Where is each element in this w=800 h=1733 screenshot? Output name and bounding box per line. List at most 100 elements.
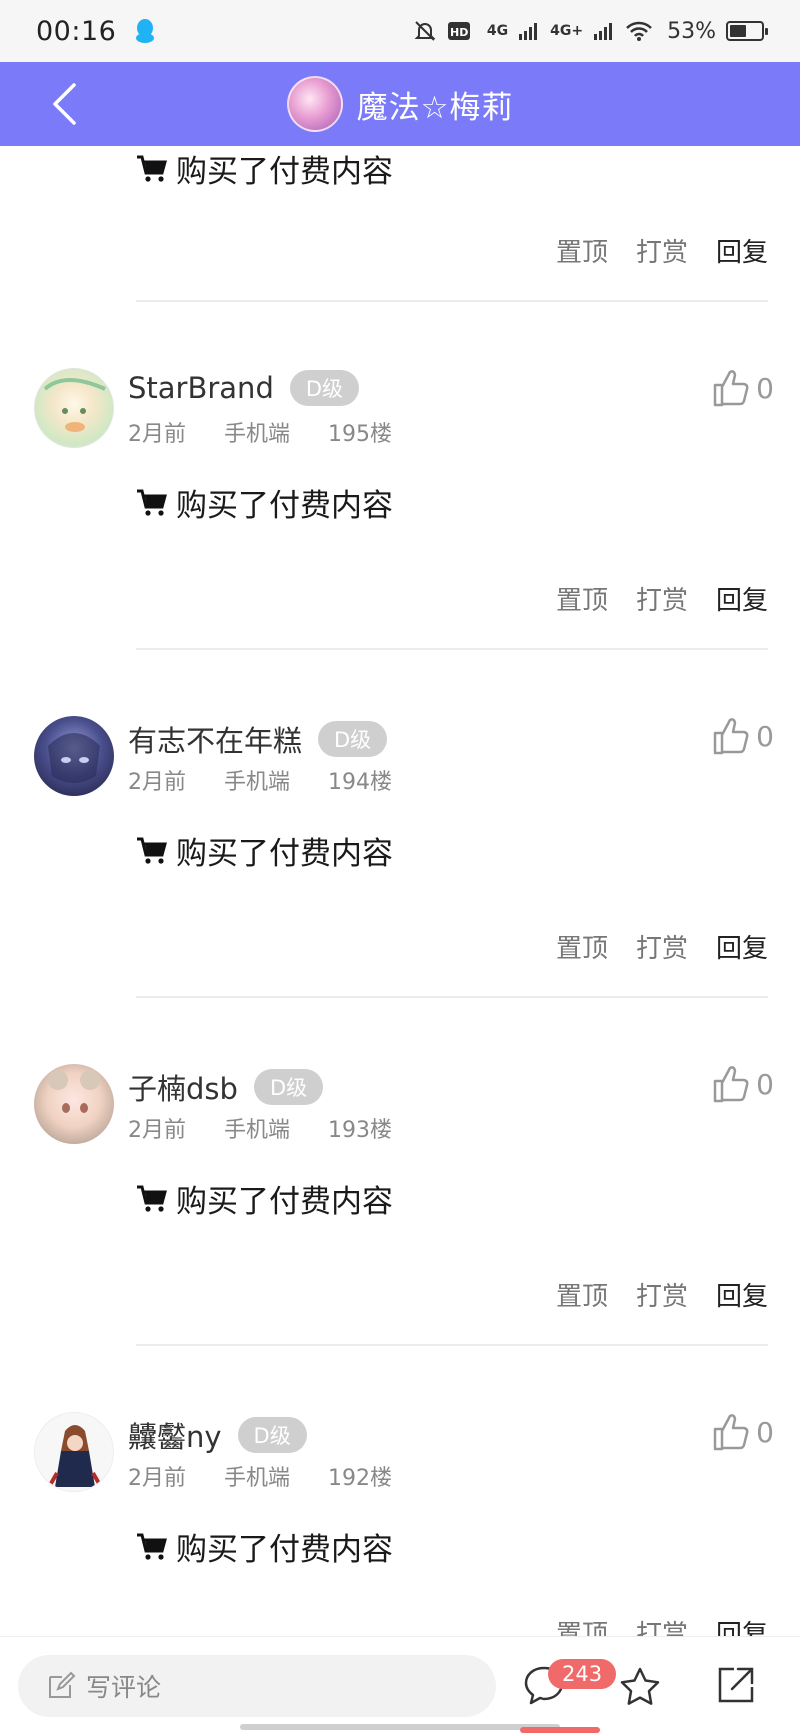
avatar[interactable] xyxy=(34,1412,114,1492)
level-badge: D级 xyxy=(237,1417,307,1453)
paid-content-text: 购买了付费内容 xyxy=(176,1532,393,1568)
pin-button[interactable]: 置顶 xyxy=(556,1614,608,1636)
svg-text:HD: HD xyxy=(450,26,468,39)
avatar-art xyxy=(48,1070,100,1113)
pin-button[interactable]: 置顶 xyxy=(556,1276,608,1313)
avatar-art xyxy=(48,733,100,783)
wifi-icon xyxy=(626,21,652,41)
paid-content-line: 购买了付费内容 xyxy=(136,1176,393,1221)
edit-icon xyxy=(49,1671,76,1698)
signal-bars-icon-2 xyxy=(594,23,613,40)
avatar[interactable] xyxy=(34,368,114,448)
paid-content-line: 购买了付费内容 xyxy=(136,1524,393,1569)
cart-icon xyxy=(137,1185,167,1212)
qq-notification-icon xyxy=(136,19,155,43)
reward-button[interactable]: 打赏 xyxy=(636,928,688,965)
cart-icon xyxy=(137,837,167,864)
comment-list[interactable]: 购买了付费内容 置顶 打赏 回复 StarBrand D级 2月前 手机端 19… xyxy=(0,146,800,1636)
battery-percent: 53% xyxy=(667,18,716,44)
comment-meta: 2月前 手机端 192楼 xyxy=(128,1460,392,1492)
reply-button[interactable]: 回复 xyxy=(716,580,768,617)
cart-icon xyxy=(137,489,167,516)
comment-meta: 2月前 手机端 194楼 xyxy=(128,764,392,796)
like-button[interactable]: 0 xyxy=(712,1064,774,1104)
comment-header: 有志不在年糕 D级 2月前 手机端 194楼 0 xyxy=(34,716,774,800)
star-icon[interactable] xyxy=(618,1665,662,1709)
username[interactable]: 有志不在年糕 xyxy=(128,718,302,760)
level-badge: D级 xyxy=(289,370,360,406)
comment-time: 2月前 xyxy=(128,1466,186,1491)
comment-header: 齉齾ny D级 2月前 手机端 192楼 0 xyxy=(34,1412,774,1496)
battery-icon xyxy=(726,21,768,41)
reply-button[interactable]: 回复 xyxy=(716,1614,768,1636)
comment-input[interactable]: 写评论 xyxy=(18,1655,496,1717)
username[interactable]: 齉齾ny xyxy=(128,1414,222,1456)
divider xyxy=(136,1344,768,1346)
reward-button[interactable]: 打赏 xyxy=(636,580,688,617)
reward-button[interactable]: 打赏 xyxy=(636,1276,688,1313)
header-avatar[interactable] xyxy=(286,76,343,132)
divider xyxy=(136,300,768,302)
mute-bell-icon xyxy=(414,21,436,41)
like-count: 0 xyxy=(756,1415,774,1449)
username-group: StarBrand D级 xyxy=(128,370,360,406)
like-count: 0 xyxy=(756,1067,774,1101)
comment-actions: 置顶 打赏 回复 xyxy=(556,232,768,269)
comment-device: 手机端 xyxy=(224,770,291,795)
battery-fill xyxy=(730,25,746,37)
reward-button[interactable]: 打赏 xyxy=(636,1614,688,1636)
thumbs-up-icon xyxy=(713,370,749,407)
page-title: 魔法☆梅莉 xyxy=(356,89,514,126)
avatar[interactable] xyxy=(34,1064,114,1144)
avatar[interactable] xyxy=(34,716,114,796)
like-button[interactable]: 0 xyxy=(712,368,774,408)
comment-device: 手机端 xyxy=(224,422,291,447)
hd-icon: HD xyxy=(447,22,470,40)
paid-content-text: 购买了付费内容 xyxy=(176,488,393,524)
home-indicator xyxy=(240,1724,560,1730)
like-button[interactable]: 0 xyxy=(712,716,774,756)
header-title-group[interactable]: 魔法☆梅莉 xyxy=(286,76,514,132)
comment-floor: 194楼 xyxy=(328,770,393,795)
status-bar: 00:16 HD 4G 4G+ 53% xyxy=(0,0,800,62)
thumbs-up-icon xyxy=(713,1414,749,1451)
divider xyxy=(136,648,768,650)
avatar-art xyxy=(47,1425,103,1488)
comment-header: StarBrand D级 2月前 手机端 195楼 0 xyxy=(34,368,774,452)
paid-content-text: 购买了付费内容 xyxy=(176,154,393,190)
cart-icon xyxy=(137,155,167,182)
username[interactable]: 子楠dsb xyxy=(128,1066,238,1108)
comment-device: 手机端 xyxy=(224,1466,291,1491)
bottom-action-bar: 写评论 243 xyxy=(0,1636,800,1733)
back-button[interactable] xyxy=(40,80,88,128)
reply-button[interactable]: 回复 xyxy=(716,928,768,965)
paid-content-text: 购买了付费内容 xyxy=(176,1184,393,1220)
comment-actions: 置顶 打赏 回复 xyxy=(556,928,768,965)
status-icons: HD 4G 4G+ 53% xyxy=(413,18,768,44)
username[interactable]: StarBrand xyxy=(128,371,274,405)
like-button[interactable]: 0 xyxy=(712,1412,774,1452)
comment-actions: 置顶 打赏 回复 xyxy=(556,580,768,617)
comment-time: 2月前 xyxy=(128,422,186,447)
reward-button[interactable]: 打赏 xyxy=(636,232,688,269)
comment-time: 2月前 xyxy=(128,1118,186,1143)
pin-button[interactable]: 置顶 xyxy=(556,928,608,965)
pin-button[interactable]: 置顶 xyxy=(556,232,608,269)
paid-content-line: 购买了付费内容 xyxy=(136,828,393,873)
avatar-art xyxy=(43,378,106,432)
comment-floor: 195楼 xyxy=(328,422,393,447)
pin-button[interactable]: 置顶 xyxy=(556,580,608,617)
comment-meta: 2月前 手机端 193楼 xyxy=(128,1112,392,1144)
reply-button[interactable]: 回复 xyxy=(716,1276,768,1313)
divider xyxy=(136,996,768,998)
comment-floor: 192楼 xyxy=(328,1466,393,1491)
top-nav-bar: 魔法☆梅莉 xyxy=(0,62,800,146)
reply-button[interactable]: 回复 xyxy=(716,232,768,269)
paid-content-line: 购买了付费内容 xyxy=(136,146,393,191)
status-time: 00:16 xyxy=(36,15,117,47)
comment-meta: 2月前 手机端 195楼 xyxy=(128,416,392,448)
level-badge: D级 xyxy=(253,1069,324,1105)
paid-content-text: 购买了付费内容 xyxy=(176,836,393,872)
signal-label-2: 4G+ xyxy=(550,23,584,39)
share-icon[interactable] xyxy=(714,1663,758,1707)
